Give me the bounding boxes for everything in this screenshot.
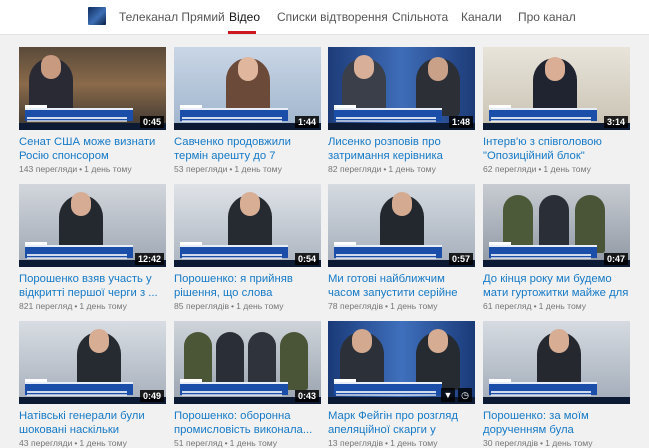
upload-age: 1 день тому [236, 301, 284, 311]
video-meta: 821 перегляд • 1 день тому [19, 301, 127, 311]
view-count: 53 перегляди [174, 164, 228, 174]
video-title[interactable]: Порошенко взяв участь у відкритті першої… [19, 272, 166, 300]
video-duration: 0:54 [294, 253, 319, 265]
video-card[interactable]: 1:48 Лисенко розповів про затримання кер… [328, 47, 475, 174]
view-count: 43 перегляди [19, 438, 73, 448]
tab-videos[interactable]: Відео [229, 10, 260, 24]
video-title[interactable]: Порошенко: за моїм дорученням була розро… [483, 409, 630, 437]
video-meta: 61 перегляд • 1 день тому [483, 301, 587, 311]
video-meta: 85 переглядів • 1 день тому [174, 301, 284, 311]
view-count: 143 перегляди [19, 164, 78, 174]
video-thumbnail[interactable] [483, 321, 630, 404]
video-duration: 1:48 [448, 116, 473, 128]
video-meta: 13 переглядів • 1 день тому [328, 438, 438, 448]
video-title[interactable]: Порошенко: я прийняв рішення, що слова "… [174, 272, 321, 300]
video-duration: 0:57 [448, 253, 473, 265]
video-duration: 0:49 [139, 390, 164, 402]
video-thumbnail[interactable]: 3:14 [483, 47, 630, 130]
video-meta: 62 перегляди • 1 день тому [483, 164, 591, 174]
tab-home[interactable]: Телеканал Прямий [119, 10, 225, 24]
video-duration: 3:14 [603, 116, 628, 128]
video-duration: 0:45 [139, 116, 164, 128]
video-duration: 0:43 [294, 390, 319, 402]
video-duration: 12:42 [134, 253, 164, 265]
view-count: 62 перегляди [483, 164, 537, 174]
video-duration: 1:44 [294, 116, 319, 128]
active-tab-indicator [228, 31, 256, 34]
channel-logo[interactable] [88, 7, 106, 25]
tab-community[interactable]: Спільнота [392, 10, 448, 24]
video-card[interactable]: 0:57 Ми готові найближчим часом запустит… [328, 184, 475, 311]
upload-age: 1 день тому [79, 301, 127, 311]
channel-header: Телеканал Прямий Відео Списки відтворенн… [0, 0, 649, 35]
video-meta: 82 перегляди • 1 день тому [328, 164, 436, 174]
tab-channels[interactable]: Канали [461, 10, 502, 24]
video-card[interactable]: 0:43 Порошенко: оборонна промисловість в… [174, 321, 321, 448]
upload-age: 1 день тому [79, 438, 127, 448]
video-thumbnail[interactable]: 0:49 [19, 321, 166, 404]
video-thumbnail[interactable]: ▼ ◷ [328, 321, 475, 404]
video-meta: 51 перегляд • 1 день тому [174, 438, 278, 448]
upload-age: 1 день тому [538, 301, 587, 311]
watch-later-icon[interactable]: ▼ [441, 388, 455, 402]
video-card[interactable]: 3:14 Інтерв'ю з співголовою "Опозиційний… [483, 47, 630, 174]
view-count: 85 переглядів [174, 301, 230, 311]
video-thumbnail[interactable]: 0:57 [328, 184, 475, 267]
view-count: 61 перегляд [483, 301, 532, 311]
video-meta: 43 перегляди • 1 день тому [19, 438, 127, 448]
video-thumbnail[interactable]: 0:45 [19, 47, 166, 130]
video-card[interactable]: 1:44 Савченко продовжили термін арешту д… [174, 47, 321, 174]
upload-age: 1 день тому [390, 301, 438, 311]
upload-age: 1 день тому [543, 164, 591, 174]
video-meta: 30 переглядів • 1 день тому [483, 438, 593, 448]
upload-age: 1 день тому [390, 438, 438, 448]
view-count: 51 перегляд [174, 438, 223, 448]
video-card[interactable]: 0:47 До кінця року ми будемо мати гуртож… [483, 184, 630, 311]
view-count: 13 переглядів [328, 438, 384, 448]
view-count: 82 перегляди [328, 164, 382, 174]
tab-about[interactable]: Про канал [518, 10, 576, 24]
video-title[interactable]: Порошенко: оборонна промисловість викона… [174, 409, 321, 437]
video-thumbnail[interactable]: 0:43 [174, 321, 321, 404]
video-title[interactable]: Марк Фейгін про розгляд апеляційної скар… [328, 409, 475, 437]
video-thumbnail[interactable]: 12:42 [19, 184, 166, 267]
upload-age: 1 день тому [84, 164, 132, 174]
video-title[interactable]: Ми готові найближчим часом запустити сер… [328, 272, 475, 300]
view-count: 821 перегляд [19, 301, 73, 311]
video-title[interactable]: Сенат США може визнати Росію спонсором т… [19, 135, 166, 163]
video-card[interactable]: ▼ ◷ Марк Фейгін про розгляд апеляційної … [328, 321, 475, 448]
video-title[interactable]: До кінця року ми будемо мати гуртожитки … [483, 272, 630, 300]
video-title[interactable]: Савченко продовжили термін арешту до 7 в… [174, 135, 321, 163]
upload-age: 1 день тому [234, 164, 282, 174]
tab-playlists[interactable]: Списки відтворення [277, 10, 388, 24]
upload-age: 1 день тому [545, 438, 593, 448]
video-duration: 0:47 [603, 253, 628, 265]
video-title[interactable]: Лисенко розповів про затримання керівник… [328, 135, 475, 163]
video-card[interactable]: 0:49 Натівські генерали були шоковані на… [19, 321, 166, 448]
video-thumbnail[interactable]: 1:48 [328, 47, 475, 130]
video-thumbnail[interactable]: 1:44 [174, 47, 321, 130]
video-card[interactable]: 12:42 Порошенко взяв участь у відкритті … [19, 184, 166, 311]
upload-age: 1 день тому [388, 164, 436, 174]
upload-age: 1 день тому [229, 438, 278, 448]
video-meta: 143 перегляди • 1 день тому [19, 164, 132, 174]
video-title[interactable]: Інтерв'ю з співголовою "Опозиційний блок… [483, 135, 630, 163]
view-count: 78 переглядів [328, 301, 384, 311]
video-card[interactable]: 0:54 Порошенко: я прийняв рішення, що сл… [174, 184, 321, 311]
video-meta: 53 перегляди • 1 день тому [174, 164, 282, 174]
video-thumbnail[interactable]: 0:54 [174, 184, 321, 267]
video-meta: 78 переглядів • 1 день тому [328, 301, 438, 311]
video-card[interactable]: 0:45 Сенат США може визнати Росію спонсо… [19, 47, 166, 174]
video-thumbnail[interactable]: 0:47 [483, 184, 630, 267]
video-card[interactable]: Порошенко: за моїм дорученням була розро… [483, 321, 630, 448]
view-count: 30 переглядів [483, 438, 539, 448]
video-title[interactable]: Натівські генерали були шоковані наскіль… [19, 409, 166, 437]
clock-icon[interactable]: ◷ [458, 388, 472, 402]
